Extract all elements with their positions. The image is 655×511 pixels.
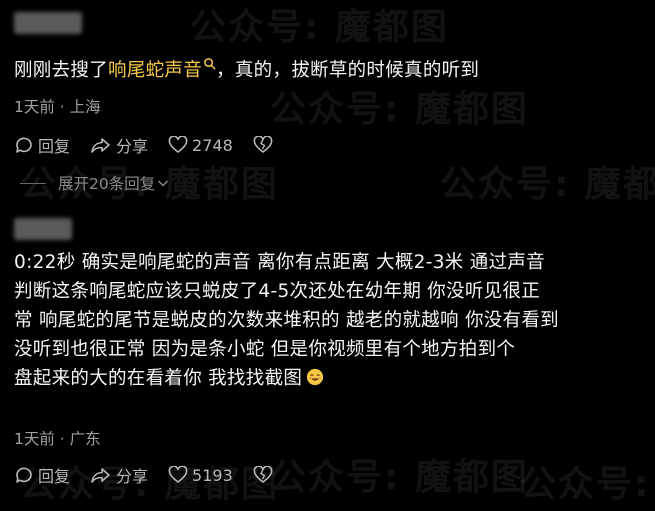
share-button[interactable]: 分享 xyxy=(90,463,148,487)
like-button[interactable]: 5193 xyxy=(168,466,233,485)
comment-line-last: 盘起来的大的在看着你 我找找截图 xyxy=(14,364,644,393)
expand-replies-button[interactable]: 展开20条回复 xyxy=(20,172,169,194)
heart-icon xyxy=(168,466,188,483)
smiling-face-emoji-icon xyxy=(307,368,324,386)
comment-meta: 1天前 · 上海 xyxy=(14,98,101,116)
broken-heart-icon xyxy=(253,466,273,483)
comment: 刚刚去搜了响尾蛇声音 ，真的，拔断草的时候真的听到 1天前 · 上海 回复 分享 … xyxy=(0,0,655,210)
reply-label: 回复 xyxy=(38,137,71,156)
dislike-button[interactable] xyxy=(253,466,277,484)
like-count: 5193 xyxy=(192,465,233,485)
reply-icon xyxy=(16,467,32,483)
action-bar: 回复 分享 5193 xyxy=(14,462,277,488)
share-label: 分享 xyxy=(116,467,149,486)
comment-line: 没听到也很正常 因为是条小蛇 但是你视频里有个地方拍到个 xyxy=(14,339,516,360)
share-button[interactable]: 分享 xyxy=(90,133,148,157)
comment-meta: 1天前 · 广东 xyxy=(14,430,101,448)
username-blurred[interactable] xyxy=(14,218,72,240)
dislike-button[interactable] xyxy=(253,136,277,154)
share-label: 分享 xyxy=(116,137,149,156)
comment-line: 常 响尾蛇的尾节是蜕皮的次数来堆积的 越老的就越响 你没有看到 xyxy=(14,310,559,331)
broken-heart-icon xyxy=(253,136,273,153)
comment-text-before: 刚刚去搜了 xyxy=(14,60,109,81)
comment-text: 刚刚去搜了响尾蛇声音 ，真的，拔断草的时候真的听到 xyxy=(14,56,644,85)
search-icon xyxy=(204,58,216,70)
username-blurred[interactable] xyxy=(14,12,82,34)
reply-button[interactable]: 回复 xyxy=(14,463,70,487)
share-icon xyxy=(91,138,110,153)
divider-line xyxy=(20,182,46,184)
comment-text: 0:22秒 确实是响尾蛇的声音 离你有点距离 大概2-3米 通过声音 判断这条响… xyxy=(14,248,644,393)
share-icon xyxy=(91,468,110,483)
like-button[interactable]: 2748 xyxy=(168,136,233,155)
like-count: 2748 xyxy=(192,135,233,155)
action-bar: 回复 分享 2748 xyxy=(14,132,277,158)
comment-text-after: ，真的，拔断草的时候真的听到 xyxy=(216,60,480,81)
reply-label: 回复 xyxy=(38,467,71,486)
reply-button[interactable]: 回复 xyxy=(14,133,70,157)
comment-line: 判断这条响尾蛇应该只蜕皮了4-5次还处在幼年期 你没听见很正 xyxy=(14,281,541,302)
expand-replies-label: 展开20条回复 xyxy=(58,175,156,193)
heart-icon xyxy=(168,136,188,153)
search-link[interactable]: 响尾蛇声音 xyxy=(108,58,216,81)
comment-line: 0:22秒 确实是响尾蛇的声音 离你有点距离 大概2-3米 通过声音 xyxy=(14,252,545,273)
comment: 0:22秒 确实是响尾蛇的声音 离你有点距离 大概2-3米 通过声音 判断这条响… xyxy=(0,212,655,511)
reply-icon xyxy=(16,137,32,153)
chevron-down-icon xyxy=(158,180,169,187)
